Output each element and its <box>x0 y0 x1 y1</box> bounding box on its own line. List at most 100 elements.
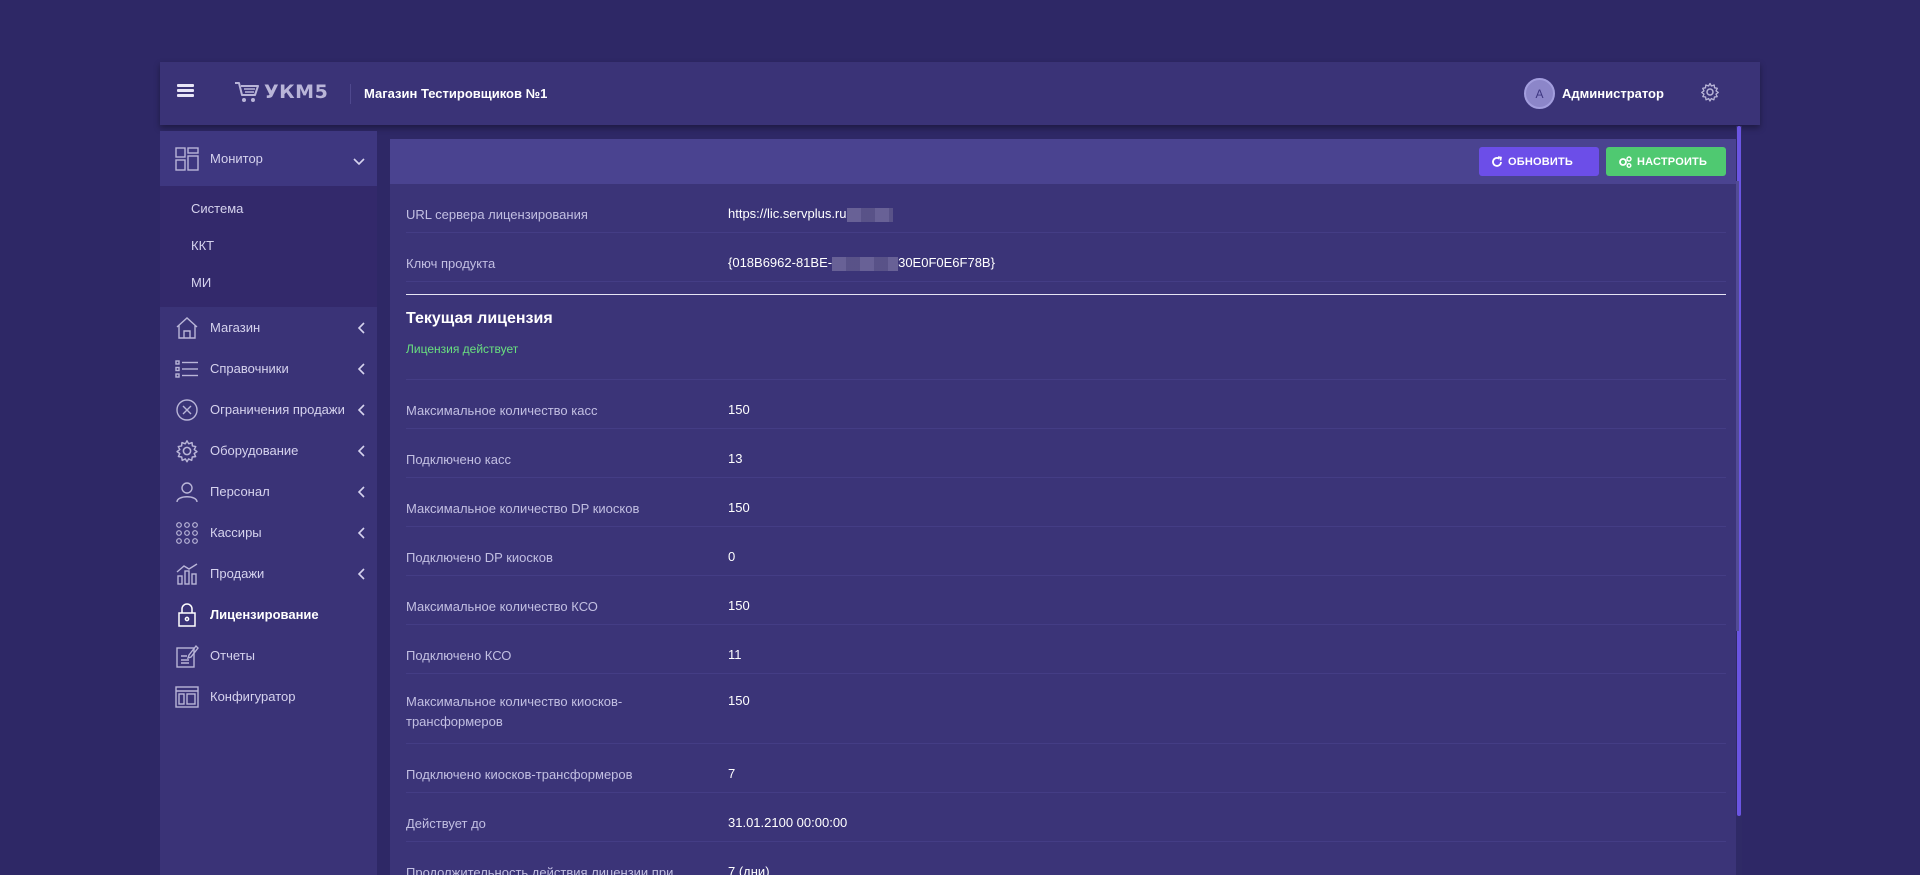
field-label: URL сервера лицензирования <box>406 207 588 222</box>
table-row: Подключено DP киосков 0 <box>406 527 1726 576</box>
menu-toggle-icon[interactable] <box>177 84 194 98</box>
field-label: Подключено киосков-трансформеров <box>406 767 633 782</box>
person-icon <box>175 480 199 504</box>
sidebar-item-staff[interactable]: Персонал <box>160 471 377 512</box>
app-root: УКМ5 Магазин Тестировщиков №1 A Админист… <box>160 62 1760 875</box>
current-license-title: Текущая лицензия <box>406 310 553 327</box>
chevron-left-icon <box>357 444 365 462</box>
table-row: Подключено киосков-трансформеров 7 <box>406 744 1726 793</box>
table-row: Подключено КСО 11 <box>406 625 1726 674</box>
cart-icon <box>235 82 259 102</box>
monitor-submenu: Система ККТ МИ <box>160 186 377 307</box>
chevron-left-icon <box>357 403 365 421</box>
sidebar-item-label: Персонал <box>210 484 270 499</box>
chevron-left-icon <box>357 362 365 380</box>
sidebar-item-sale-restrictions[interactable]: Ограничения продажи <box>160 389 377 430</box>
logo-text: УКМ5 <box>264 81 329 103</box>
field-value: 150 <box>728 693 750 708</box>
field-label: Подключено DP киосков <box>406 550 553 565</box>
license-status: Лицензия действует <box>406 342 1726 380</box>
field-value: {018B6962-81BE- 30E0F0E6F78B} <box>728 233 995 281</box>
sidebar-item-configurator[interactable]: Конфигуратор <box>160 676 377 717</box>
chevron-down-icon <box>353 153 365 171</box>
sidebar-item-directories[interactable]: Справочники <box>160 348 377 389</box>
refresh-icon <box>1492 155 1502 167</box>
field-value: 0 <box>728 549 736 564</box>
field-label: Максимальное количество DP киосков <box>406 501 640 516</box>
sidebar-item-label: Оборудование <box>210 443 299 458</box>
field-value: 150 <box>728 500 750 515</box>
chevron-left-icon <box>357 485 365 503</box>
field-label: Максимальное количество киосков-трансфор… <box>406 694 623 729</box>
gears-icon <box>1619 155 1632 168</box>
bar-chart-icon <box>175 562 199 586</box>
redacted-mask <box>832 256 899 271</box>
refresh-button[interactable]: ОБНОВИТЬ <box>1479 147 1599 176</box>
table-row: Максимальное количество касс 150 <box>406 380 1726 429</box>
sidebar-item-licensing[interactable]: Лицензирование <box>160 594 377 635</box>
gear-icon <box>175 439 199 463</box>
sidebar-item-cashiers[interactable]: Кассиры <box>160 512 377 553</box>
refresh-label: ОБНОВИТЬ <box>1508 155 1574 168</box>
settings-gear-icon[interactable] <box>1700 82 1720 107</box>
panel-toolbar: ОБНОВИТЬ НАСТРОИТЬ <box>390 139 1742 184</box>
sidebar-item-label: Монитор <box>210 151 263 166</box>
chevron-left-icon <box>357 321 365 339</box>
sidebar: Монитор Система ККТ МИ Магазин Справочни… <box>160 131 377 875</box>
chevron-left-icon <box>357 567 365 585</box>
sidebar-item-label: Продажи <box>210 566 265 581</box>
dots-grid-icon <box>175 521 199 545</box>
field-label: Подключено касс <box>406 452 511 467</box>
field-label: Максимальное количество касс <box>406 403 598 418</box>
field-value: 13 <box>728 451 743 466</box>
sidebar-item-store[interactable]: Магазин <box>160 307 377 348</box>
field-value: 31.01.2100 00:00:00 <box>728 815 848 830</box>
table-row: Действует до 31.01.2100 00:00:00 <box>406 793 1726 842</box>
table-row: URL сервера лицензирования https://lic.s… <box>406 184 1726 233</box>
field-label: Продолжительность действия лицензии при <box>406 865 674 875</box>
sidebar-item-monitor[interactable]: Монитор <box>160 131 377 186</box>
field-label: Ключ продукта <box>406 256 496 271</box>
table-row: Максимальное количество киосков-трансфор… <box>406 674 1726 744</box>
cross-circle-icon <box>175 398 199 422</box>
license-panel: ОБНОВИТЬ НАСТРОИТЬ URL сервера лицензиро… <box>390 139 1742 875</box>
sidebar-item-equipment[interactable]: Оборудование <box>160 430 377 471</box>
field-value: 7 <box>728 766 736 781</box>
panel-scrollbar[interactable] <box>1736 181 1739 631</box>
window-icon <box>175 685 199 709</box>
store-name: Магазин Тестировщиков №1 <box>364 86 548 101</box>
sidebar-item-label: Кассиры <box>210 525 262 540</box>
section-divider <box>406 294 1726 295</box>
field-label: Подключено КСО <box>406 648 512 663</box>
table-row: Максимальное количество DP киосков 150 <box>406 478 1726 527</box>
setup-button[interactable]: НАСТРОИТЬ <box>1606 147 1726 176</box>
sidebar-item-label: Лицензирование <box>210 607 319 622</box>
sidebar-item-reports[interactable]: Отчеты <box>160 635 377 676</box>
sidebar-subitem-mi[interactable]: МИ <box>160 264 377 301</box>
product-key-suffix: 30E0F0E6F78B} <box>898 255 995 270</box>
server-url: https://lic.servplus.ru <box>728 206 847 221</box>
list-icon <box>175 357 199 381</box>
sidebar-subitem-kkt[interactable]: ККТ <box>160 227 377 264</box>
field-value: 7 (дни) <box>728 864 770 875</box>
sidebar-item-label: Магазин <box>210 320 261 335</box>
app-logo[interactable]: УКМ5 <box>234 81 328 103</box>
store-house-icon <box>175 316 199 340</box>
dashboard-grid-icon <box>175 146 199 171</box>
sidebar-item-label: Отчеты <box>210 648 255 663</box>
sidebar-item-label: Конфигуратор <box>210 689 296 704</box>
sidebar-item-label: Ограничения продажи <box>210 402 345 417</box>
sidebar-item-sales[interactable]: Продажи <box>160 553 377 594</box>
field-value: https://lic.servplus.ru <box>728 184 893 232</box>
table-row: Подключено касс 13 <box>406 429 1726 478</box>
header-divider <box>350 84 351 104</box>
field-value: 150 <box>728 598 750 613</box>
user-menu[interactable]: A Администратор <box>1524 78 1664 109</box>
field-label: Максимальное количество КСО <box>406 599 598 614</box>
field-value: 150 <box>728 402 750 417</box>
field-value: 11 <box>728 647 742 662</box>
sidebar-subitem-system[interactable]: Система <box>160 190 377 227</box>
lock-icon <box>175 602 199 627</box>
edit-report-icon <box>175 644 199 668</box>
table-row: Максимальное количество КСО 150 <box>406 576 1726 625</box>
